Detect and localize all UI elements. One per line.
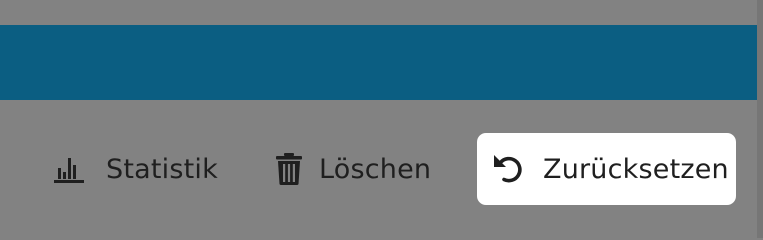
trash-icon	[275, 152, 303, 186]
bar-chart-icon	[52, 152, 86, 186]
statistics-label: Statistik	[106, 153, 218, 185]
reset-label: Zurücksetzen	[543, 153, 729, 185]
header-bar	[0, 25, 757, 100]
reset-button[interactable]: Zurücksetzen	[477, 133, 736, 205]
undo-icon	[492, 152, 526, 186]
toolbar: Statistik Löschen Zurücksetzen	[0, 133, 757, 205]
right-edge-strip	[757, 0, 763, 238]
statistics-button[interactable]: Statistik	[52, 133, 218, 205]
delete-button[interactable]: Löschen	[275, 133, 431, 205]
delete-label: Löschen	[319, 153, 432, 185]
